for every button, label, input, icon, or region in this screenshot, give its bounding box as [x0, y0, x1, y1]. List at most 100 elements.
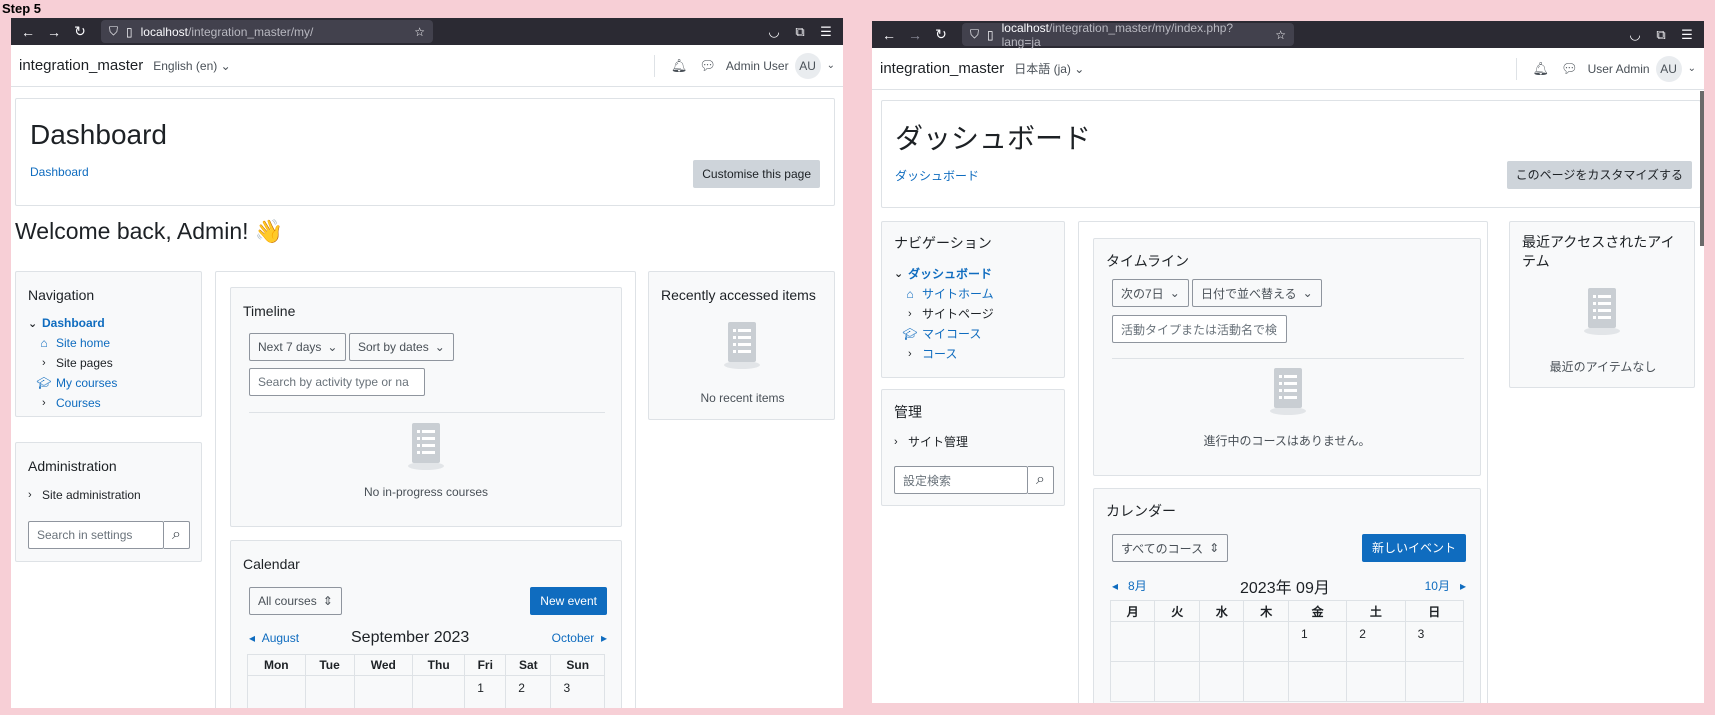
calendar-day[interactable] [353, 675, 414, 708]
settings-search-button[interactable]: ⌕ [1028, 466, 1054, 494]
user-name[interactable]: User Admin [1588, 62, 1650, 76]
forward-icon[interactable]: → [904, 25, 926, 45]
calendar-day[interactable]: 2 [505, 675, 552, 708]
settings-search-button[interactable]: ⌕ [164, 521, 190, 549]
extensions-icon[interactable]: ⧉ [789, 24, 811, 40]
timeline-sort-dropdown[interactable]: Sort by dates ⌄ [349, 333, 454, 361]
timeline-search-input[interactable]: 活動タイプまたは活動名で検 [1112, 315, 1287, 343]
extensions-icon[interactable]: ⧉ [1650, 27, 1672, 43]
calendar-day[interactable] [304, 675, 355, 708]
calendar-day[interactable] [1154, 661, 1200, 702]
site-name[interactable]: integration_master [19, 57, 143, 74]
forward-icon[interactable]: → [43, 22, 65, 42]
customise-page-button[interactable]: Customise this page [693, 160, 820, 188]
language-menu[interactable]: 日本語 (ja) ⌄ [1014, 60, 1084, 77]
calendar-day[interactable] [1109, 661, 1156, 702]
bell-icon[interactable]: 🔔︎ [1533, 61, 1550, 77]
chat-icon[interactable]: 💬︎ [699, 58, 716, 74]
chevron-down-icon[interactable]: ⌄ [827, 60, 835, 71]
user-name[interactable]: Admin User [726, 59, 789, 73]
nav-site-home[interactable]: ⌂ Site home [36, 336, 110, 350]
calendar-day[interactable]: 3 [550, 675, 605, 708]
page-icon: ▯ [987, 27, 994, 42]
calendar-day[interactable]: 3 [1404, 621, 1465, 662]
settings-search-input[interactable]: Search in settings [28, 521, 164, 549]
nav-site-pages[interactable]: › Site pages [42, 356, 113, 370]
browser-toolbar: ← → ↻ ⛉ ▯ localhost/integration_master/m… [872, 21, 1704, 49]
welcome-message: Welcome back, Admin! 👋 [15, 218, 284, 244]
calendar-day[interactable] [1198, 661, 1245, 702]
customise-page-button[interactable]: このページをカスタマイズする [1506, 161, 1692, 189]
calendar-day[interactable]: 1 [1287, 621, 1348, 662]
breadcrumb[interactable]: Dashboard [30, 165, 89, 179]
calendar-day[interactable] [412, 675, 466, 708]
reload-icon[interactable]: ↻ [69, 22, 91, 42]
avatar[interactable]: AU [1655, 55, 1682, 82]
bookmark-star-icon[interactable]: ☆ [414, 25, 425, 39]
timeline-filter-dropdown[interactable]: 次の7日 ⌄ [1112, 279, 1189, 307]
calendar-day[interactable] [1243, 621, 1289, 662]
calendar-day[interactable] [1287, 661, 1348, 702]
calendar-course-filter[interactable]: すべてのコース ⇕ [1112, 534, 1229, 562]
new-event-button[interactable]: New event [530, 587, 607, 615]
calendar-day[interactable] [1198, 621, 1245, 662]
timeline-search-input[interactable]: Search by activity type or na [249, 368, 425, 396]
bell-icon[interactable]: 🔔︎ [671, 58, 688, 74]
pocket-icon[interactable]: ◡ [763, 24, 785, 40]
reload-icon[interactable]: ↻ [930, 25, 952, 45]
shield-icon[interactable]: ⛉ [109, 24, 118, 39]
calendar-day[interactable] [247, 675, 306, 708]
day-header: Fri [464, 654, 507, 676]
menu-icon[interactable]: ☰ [815, 24, 837, 40]
page-scrollbar[interactable] [1700, 91, 1704, 246]
calendar-course-filter[interactable]: All courses ⇕ [249, 587, 342, 615]
nav-site-pages[interactable]: › サイトページ [908, 305, 994, 322]
calendar-month-title: 2023年 09月 [1240, 580, 1330, 597]
breadcrumb[interactable]: ダッシュボード [895, 167, 979, 184]
settings-search-input[interactable]: 設定検索 [894, 466, 1028, 494]
calendar-day[interactable] [1404, 661, 1465, 702]
bookmark-star-icon[interactable]: ☆ [1275, 28, 1286, 42]
caret-left-icon: ◂ [249, 631, 256, 645]
chevron-down-icon: ⌄ [1169, 286, 1180, 300]
calendar-day[interactable] [1346, 661, 1406, 702]
new-event-button[interactable]: 新しいイベント [1361, 534, 1466, 562]
timeline-sort-dropdown[interactable]: 日付で並べ替える ⌄ [1192, 279, 1322, 307]
nav-site-administration[interactable]: › Site administration [28, 488, 141, 502]
calendar-day[interactable] [1154, 621, 1200, 662]
site-name[interactable]: integration_master [880, 60, 1004, 77]
back-icon[interactable]: ← [878, 25, 900, 45]
page-title: Dashboard [30, 119, 167, 150]
day-header: Sat [505, 654, 552, 676]
nav-dashboard[interactable]: ⌄ ダッシュボード [894, 265, 992, 282]
nav-site-home[interactable]: ⌂ サイトホーム [902, 285, 993, 302]
calendar-day[interactable] [1109, 621, 1156, 662]
nav-courses[interactable]: › Courses [42, 396, 101, 410]
language-menu[interactable]: English (en) ⌄ [153, 59, 230, 73]
calendar-block: Calendar All courses ⇕ New event ◂ August… [230, 540, 622, 708]
calendar-next-month[interactable]: October ▸ [552, 631, 607, 645]
chevron-down-icon[interactable]: ⌄ [1688, 63, 1696, 74]
calendar-day[interactable] [1243, 661, 1289, 702]
chat-icon[interactable]: 💬︎ [1561, 61, 1578, 77]
nav-dashboard[interactable]: ⌄ Dashboard [28, 316, 105, 330]
timeline-filter-dropdown[interactable]: Next 7 days ⌄ [249, 333, 347, 361]
calendar-prev-month[interactable]: ◂ August [249, 631, 299, 645]
nav-site-administration[interactable]: › サイト管理 [894, 433, 968, 450]
calendar-next-month[interactable]: 10月 ▸ [1425, 577, 1466, 594]
calendar-day[interactable]: 2 [1346, 621, 1406, 662]
calendar-prev-month[interactable]: ◂ 8月 [1112, 577, 1147, 594]
shield-icon[interactable]: ⛉ [970, 27, 979, 42]
address-bar[interactable]: ⛉ ▯ localhost/integration_master/my/inde… [962, 21, 1294, 49]
menu-icon[interactable]: ☰ [1676, 27, 1698, 43]
nav-my-courses[interactable]: 🎓︎ My courses [36, 376, 117, 390]
pocket-icon[interactable]: ◡ [1624, 27, 1646, 43]
calendar-day[interactable]: 1 [464, 675, 507, 708]
address-bar[interactable]: ⛉ ▯ localhost/integration_master/my/ ☆ [101, 20, 433, 43]
back-icon[interactable]: ← [17, 22, 39, 42]
nav-courses[interactable]: › コース [908, 345, 957, 362]
avatar[interactable]: AU [794, 52, 821, 79]
chevron-down-icon: ⌄ [220, 58, 231, 73]
nav-my-courses[interactable]: 🎓︎ マイコース [902, 325, 981, 342]
caret-left-icon: ◂ [1112, 579, 1119, 593]
